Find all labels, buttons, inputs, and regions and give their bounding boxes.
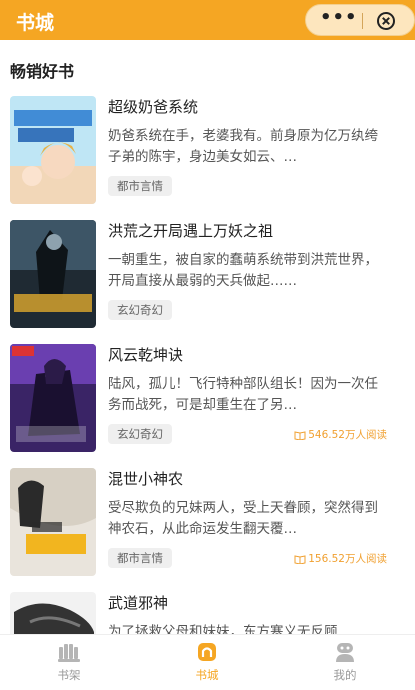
genre-tag: 玄幻奇幻 — [108, 424, 172, 444]
section-title: 畅销好书 — [10, 62, 75, 81]
book-open-icon — [294, 555, 306, 565]
bottom-tabbar: 书架 书城 我的 — [0, 634, 415, 690]
tab-label: 我的 — [333, 668, 357, 682]
profile-icon — [333, 641, 357, 663]
read-count-text: 156.52万人阅读 — [308, 553, 387, 565]
book-item[interactable]: 混世小神农 受尽欺负的兄妹两人，受上天眷顾，突然得到神农石，从此命运发生翻天覆…… — [0, 462, 415, 586]
page-title: 书城 — [16, 12, 55, 34]
close-icon[interactable] — [376, 11, 396, 31]
book-description: 受尽欺负的兄妹两人，受上天眷顾，突然得到神农石，从此命运发生翻天覆… — [108, 500, 378, 537]
read-count-text: 546.52万人阅读 — [308, 429, 387, 441]
book-title: 超级奶爸系统 — [108, 98, 199, 116]
book-cover[interactable] — [10, 220, 96, 328]
tab-label: 书架 — [57, 668, 81, 682]
book-description: 一朝重生，被自家的蠢萌系统带到洪荒世界，开局直接从最弱的天兵做起…… — [108, 252, 378, 289]
book-cover[interactable] — [10, 344, 96, 452]
top-header: 书城 ••• — [0, 0, 415, 40]
miniapp-capsule: ••• — [305, 4, 415, 36]
book-description: 奶爸系统在手，老婆我有。前身原为亿万纨绔子弟的陈宇，身边美女如云、… — [108, 128, 378, 165]
more-menu-button[interactable]: ••• — [320, 9, 357, 31]
book-item[interactable]: 风云乾坤诀 陆风，孤儿！飞行特种部队组长！因为一次任务而战死，可是却重生在了另…… — [0, 338, 415, 462]
tab-bookstore[interactable]: 书城 — [138, 635, 276, 690]
read-count: 546.52万人阅读 — [294, 427, 387, 442]
book-title: 武道邪神 — [108, 594, 169, 612]
genre-tag: 都市言情 — [108, 548, 172, 568]
genre-tag: 都市言情 — [108, 176, 172, 196]
read-count: 156.52万人阅读 — [294, 551, 387, 566]
home-icon — [195, 641, 219, 663]
book-description: 陆风，孤儿！飞行特种部队组长！因为一次任务而战死，可是却重生在了另… — [108, 376, 378, 413]
book-cover[interactable] — [10, 592, 96, 634]
tab-label: 书城 — [195, 668, 219, 682]
book-cover[interactable] — [10, 468, 96, 576]
book-item[interactable]: 超级奶爸系统 奶爸系统在手，老婆我有。前身原为亿万纨绔子弟的陈宇，身边美女如云、… — [0, 90, 415, 214]
tab-profile[interactable]: 我的 — [276, 635, 414, 690]
tab-bookshelf[interactable]: 书架 — [0, 635, 138, 690]
book-description: 为了拯救父母和妹妹，东方寒义无反顾… — [108, 624, 351, 634]
genre-tag: 玄幻奇幻 — [108, 300, 172, 320]
book-item[interactable]: 洪荒之开局遇上万妖之祖 一朝重生，被自家的蠢萌系统带到洪荒世界，开局直接从最弱的… — [0, 214, 415, 338]
book-open-icon — [294, 431, 306, 441]
book-item[interactable]: 武道邪神 为了拯救父母和妹妹，东方寒义无反顾… — [0, 586, 415, 634]
book-list: 超级奶爸系统 奶爸系统在手，老婆我有。前身原为亿万纨绔子弟的陈宇，身边美女如云、… — [0, 90, 415, 634]
book-cover[interactable] — [10, 96, 96, 204]
bookshelf-icon — [57, 641, 81, 663]
book-title: 洪荒之开局遇上万妖之祖 — [108, 222, 274, 240]
capsule-divider — [362, 13, 363, 29]
book-title: 风云乾坤诀 — [108, 346, 184, 364]
book-title: 混世小神农 — [108, 470, 184, 488]
